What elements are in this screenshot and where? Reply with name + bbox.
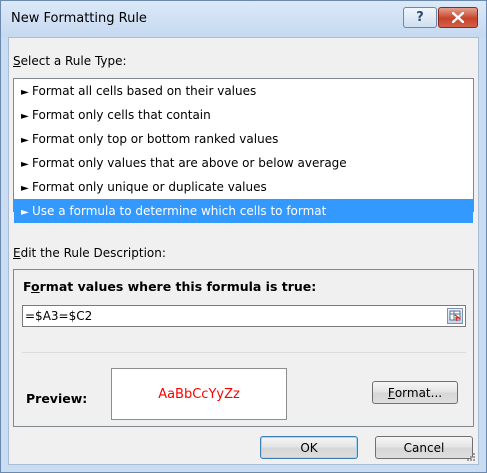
title-bar[interactable]: New Formatting Rule ?	[1, 1, 486, 37]
rule-type-item-label: Use a formula to determine which cells t…	[32, 204, 327, 218]
expand-arrow-icon: ►	[21, 87, 29, 98]
formula-input[interactable]	[25, 308, 430, 324]
rule-description-label: Edit the Rule Description:	[13, 246, 166, 260]
ok-button[interactable]: OK	[260, 436, 358, 459]
close-icon	[452, 12, 464, 23]
dialog-title: New Formatting Rule	[11, 11, 147, 26]
cancel-button[interactable]: Cancel	[375, 436, 473, 459]
format-button-mnemonic: F	[387, 385, 395, 400]
help-button[interactable]: ?	[403, 7, 437, 28]
help-icon: ?	[416, 10, 424, 25]
rule-type-item[interactable]: ► Format only cells that contain	[14, 103, 473, 127]
format-button-label: ormat...	[394, 385, 443, 400]
dialog-body: Select a Rule Type: ► Format all cells ba…	[8, 37, 479, 465]
dialog-window: New Formatting Rule ? Select a Rule Type…	[0, 0, 487, 473]
section-divider	[22, 352, 466, 353]
rule-type-list[interactable]: ► Format all cells based on their values ►…	[13, 78, 474, 223]
rule-description-panel: Format values where this formula is true…	[13, 269, 474, 427]
expand-arrow-icon: ►	[21, 111, 29, 122]
rule-type-item[interactable]: ► Use a formula to determine which cells …	[14, 199, 473, 223]
rule-description-label-mnemonic: E	[13, 246, 21, 260]
rule-type-item[interactable]: ► Format only unique or duplicate values	[14, 175, 473, 199]
expand-arrow-icon: ►	[21, 135, 29, 146]
preview-label: Preview:	[26, 391, 88, 406]
formula-heading-mnemonic: o	[31, 279, 40, 294]
rule-description-label-text: dit the Rule Description:	[20, 246, 166, 260]
formula-heading-text: rmat values where this formula is true:	[39, 279, 317, 294]
formula-heading-start: F	[23, 279, 32, 294]
rule-type-item-label: Format all cells based on their values	[32, 84, 257, 98]
rule-type-item[interactable]: ► Format only top or bottom ranked values	[14, 127, 473, 151]
rule-type-item-label: Format only values that are above or bel…	[32, 156, 347, 170]
rule-type-item-label: Format only cells that contain	[32, 108, 211, 122]
expand-arrow-icon: ►	[21, 207, 29, 218]
format-button[interactable]: Format...	[372, 381, 458, 404]
preview-sample-text: AaBbCcYyZz	[158, 386, 240, 402]
rule-type-item-label: Format only top or bottom ranked values	[32, 132, 279, 146]
rule-type-label-mnemonic: S	[13, 54, 21, 68]
rule-type-item[interactable]: ► Format only values that are above or be…	[14, 151, 473, 175]
rule-type-label-text: elect a Rule Type:	[20, 54, 127, 68]
rule-type-label: Select a Rule Type:	[13, 54, 127, 68]
range-select-icon	[449, 310, 462, 322]
expand-arrow-icon: ►	[21, 159, 29, 170]
collapse-dialog-button[interactable]	[447, 308, 463, 324]
rule-type-item-label: Format only unique or duplicate values	[32, 180, 267, 194]
preview-box: AaBbCcYyZz	[111, 368, 287, 420]
expand-arrow-icon: ►	[21, 183, 29, 194]
resize-grip-icon[interactable]	[466, 452, 476, 462]
formula-heading: Format values where this formula is true…	[23, 279, 316, 294]
close-button[interactable]	[438, 7, 478, 28]
formula-field[interactable]	[22, 305, 466, 327]
rule-type-item[interactable]: ► Format all cells based on their values	[14, 79, 473, 103]
